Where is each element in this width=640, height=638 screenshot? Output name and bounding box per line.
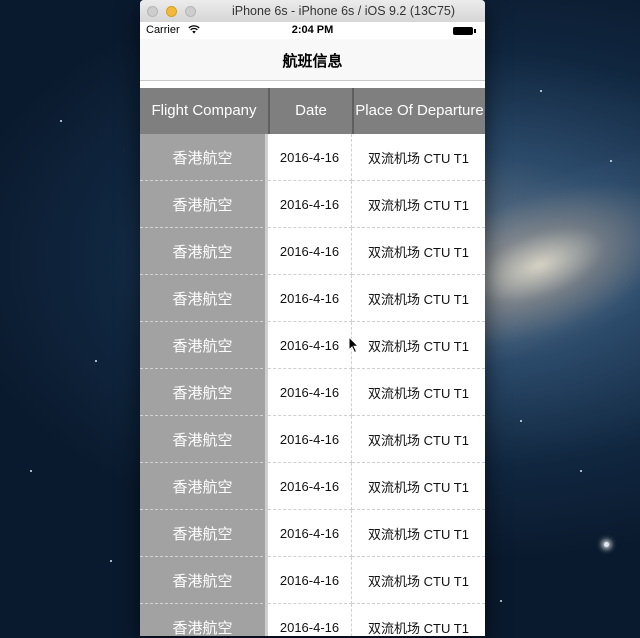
flight-table[interactable]: Flight Company Date Place Of Departure 香…	[140, 88, 485, 636]
star	[60, 120, 62, 122]
star	[610, 160, 612, 162]
company-cell: 香港航空	[140, 604, 268, 636]
company-cell: 香港航空	[140, 416, 268, 463]
place-cell: 双流机场 CTU T1	[352, 181, 485, 228]
date-cell: 2016-4-16	[268, 510, 352, 557]
star	[110, 560, 112, 562]
status-time: 2:04 PM	[291, 24, 334, 36]
place-cell: 双流机场 CTU T1	[352, 604, 485, 636]
window-titlebar[interactable]: iPhone 6s - iPhone 6s / iOS 9.2 (13C75)	[140, 0, 485, 23]
table-row[interactable]: 香港航空 2016-4-16 双流机场 CTU T1	[140, 369, 485, 416]
iphone-screen: Carrier 2:04 PM 航班信息 Flight Company Date…	[140, 22, 485, 636]
star	[500, 600, 502, 602]
page-title: 航班信息	[282, 53, 343, 70]
column-header-company: Flight Company	[151, 102, 257, 119]
date-cell: 2016-4-16	[268, 275, 352, 322]
column-header-date: Date	[268, 88, 352, 134]
table-row[interactable]: 香港航空 2016-4-16 双流机场 CTU T1	[140, 322, 485, 369]
table-row[interactable]: 香港航空 2016-4-16 双流机场 CTU T1	[140, 416, 485, 463]
date-cell: 2016-4-16	[268, 134, 352, 181]
company-cell: 香港航空	[140, 181, 268, 228]
place-cell: 双流机场 CTU T1	[352, 557, 485, 604]
star	[30, 470, 32, 472]
company-cell: 香港航空	[140, 463, 268, 510]
place-cell: 双流机场 CTU T1	[352, 510, 485, 557]
window-title: iPhone 6s - iPhone 6s / iOS 9.2 (13C75)	[231, 4, 456, 18]
minimize-button[interactable]	[166, 6, 177, 17]
place-cell: 双流机场 CTU T1	[352, 369, 485, 416]
company-cell: 香港航空	[140, 510, 268, 557]
company-cell: 香港航空	[140, 228, 268, 275]
date-cell: 2016-4-16	[268, 604, 352, 636]
table-row[interactable]: 香港航空 2016-4-16 双流机场 CTU T1	[140, 181, 485, 228]
star	[540, 90, 542, 92]
company-cell: 香港航空	[140, 369, 268, 416]
status-bar: Carrier 2:04 PM	[140, 22, 485, 39]
date-cell: 2016-4-16	[268, 322, 352, 369]
place-cell: 双流机场 CTU T1	[352, 134, 485, 181]
table-row[interactable]: 香港航空 2016-4-16 双流机场 CTU T1	[140, 134, 485, 181]
company-cell: 香港航空	[140, 557, 268, 604]
place-cell: 双流机场 CTU T1	[352, 416, 485, 463]
cursor-icon	[348, 336, 360, 354]
table-row[interactable]: 香港航空 2016-4-16 双流机场 CTU T1	[140, 463, 485, 510]
date-cell: 2016-4-16	[268, 181, 352, 228]
date-cell: 2016-4-16	[268, 463, 352, 510]
table-row[interactable]: 香港航空 2016-4-16 双流机场 CTU T1	[140, 604, 485, 636]
company-cell: 香港航空	[140, 322, 268, 369]
company-cell: 香港航空	[140, 275, 268, 322]
table-row[interactable]: 香港航空 2016-4-16 双流机场 CTU T1	[140, 557, 485, 604]
column-header-place: Place Of Departure	[352, 88, 485, 134]
star	[580, 470, 582, 472]
table-row[interactable]: 香港航空 2016-4-16 双流机场 CTU T1	[140, 275, 485, 322]
date-cell: 2016-4-16	[268, 416, 352, 463]
place-cell: 双流机场 CTU T1	[352, 275, 485, 322]
simulator-window: iPhone 6s - iPhone 6s / iOS 9.2 (13C75) …	[140, 0, 485, 636]
place-cell: 双流机场 CTU T1	[352, 463, 485, 510]
star	[520, 420, 522, 422]
star	[604, 542, 609, 547]
date-cell: 2016-4-16	[268, 369, 352, 416]
place-cell: 双流机场 CTU T1	[352, 228, 485, 275]
star	[95, 360, 97, 362]
close-button[interactable]	[147, 6, 158, 17]
place-cell: 双流机场 CTU T1	[352, 322, 485, 369]
navigation-bar: 航班信息	[140, 39, 485, 81]
date-cell: 2016-4-16	[268, 557, 352, 604]
table-header: Flight Company Date Place Of Departure	[140, 88, 485, 134]
company-cell: 香港航空	[140, 134, 268, 181]
table-row[interactable]: 香港航空 2016-4-16 双流机场 CTU T1	[140, 228, 485, 275]
date-cell: 2016-4-16	[268, 228, 352, 275]
table-row[interactable]: 香港航空 2016-4-16 双流机场 CTU T1	[140, 510, 485, 557]
zoom-button[interactable]	[185, 6, 196, 17]
battery-icon	[453, 27, 476, 35]
